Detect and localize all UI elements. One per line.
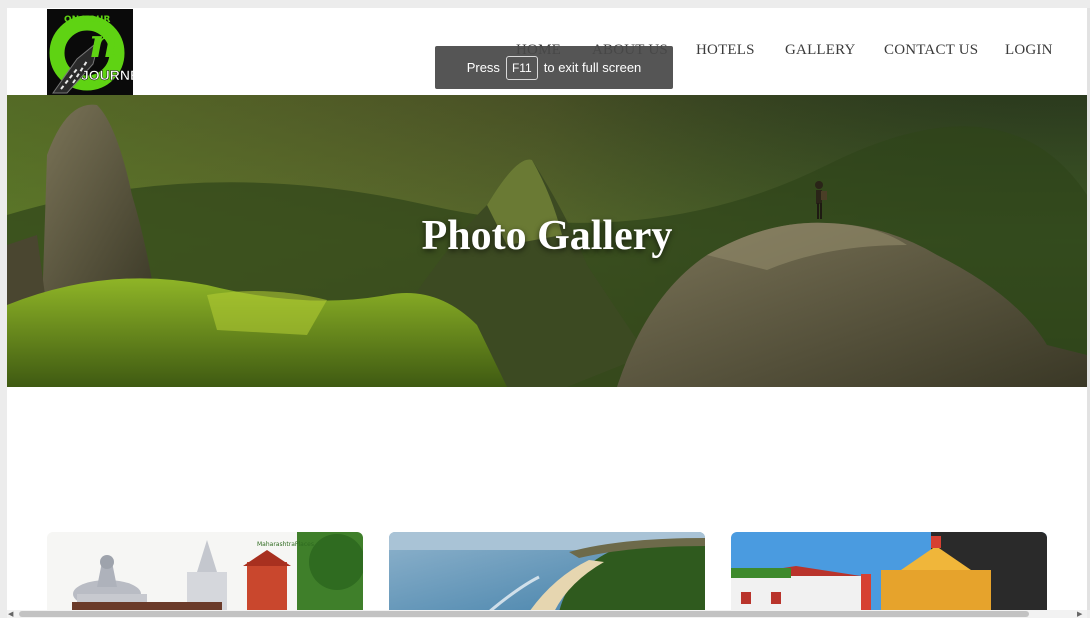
nav-login[interactable]: LOGIN bbox=[1005, 42, 1053, 59]
beach-image bbox=[389, 532, 705, 611]
horizontal-scrollbar[interactable]: ◀ ▶ bbox=[7, 610, 1087, 618]
gallery-card-beach[interactable] bbox=[389, 532, 705, 611]
fullscreen-exit-toast: Press F11 to exit full screen bbox=[435, 46, 673, 89]
toast-key: F11 bbox=[505, 55, 538, 80]
scroll-left-arrow[interactable]: ◀ bbox=[8, 610, 13, 618]
nav-contact-us[interactable]: CONTACT US bbox=[884, 42, 978, 59]
hero-banner: Photo Gallery bbox=[7, 95, 1087, 387]
browser-viewport: n ON YOUR JOURNEY HOME ABOUT US HOTELS G… bbox=[7, 8, 1087, 611]
site-header: n ON YOUR JOURNEY HOME ABOUT US HOTELS G… bbox=[7, 8, 1087, 95]
toast-suffix: to exit full screen bbox=[543, 60, 642, 75]
logo-text-bottom: JOURNEY bbox=[81, 67, 133, 83]
nav-gallery[interactable]: GALLERY bbox=[785, 42, 856, 59]
watermark-text: MaharashtraPlaces bbox=[257, 541, 314, 548]
logo-text-top: ON YOUR bbox=[64, 15, 110, 25]
gallery-card-temple[interactable]: MaharashtraPlaces bbox=[47, 532, 363, 611]
scroll-right-arrow[interactable]: ▶ bbox=[1077, 610, 1082, 618]
hero-title: Photo Gallery bbox=[421, 213, 673, 259]
nav-hotels[interactable]: HOTELS bbox=[696, 42, 755, 59]
temple-image: MaharashtraPlaces bbox=[47, 532, 363, 611]
toast-prefix: Press bbox=[466, 60, 500, 75]
gallery-card-village-temple[interactable] bbox=[731, 532, 1047, 611]
horizontal-scroll-thumb[interactable] bbox=[19, 611, 1029, 617]
village-temple-image bbox=[731, 532, 1047, 611]
